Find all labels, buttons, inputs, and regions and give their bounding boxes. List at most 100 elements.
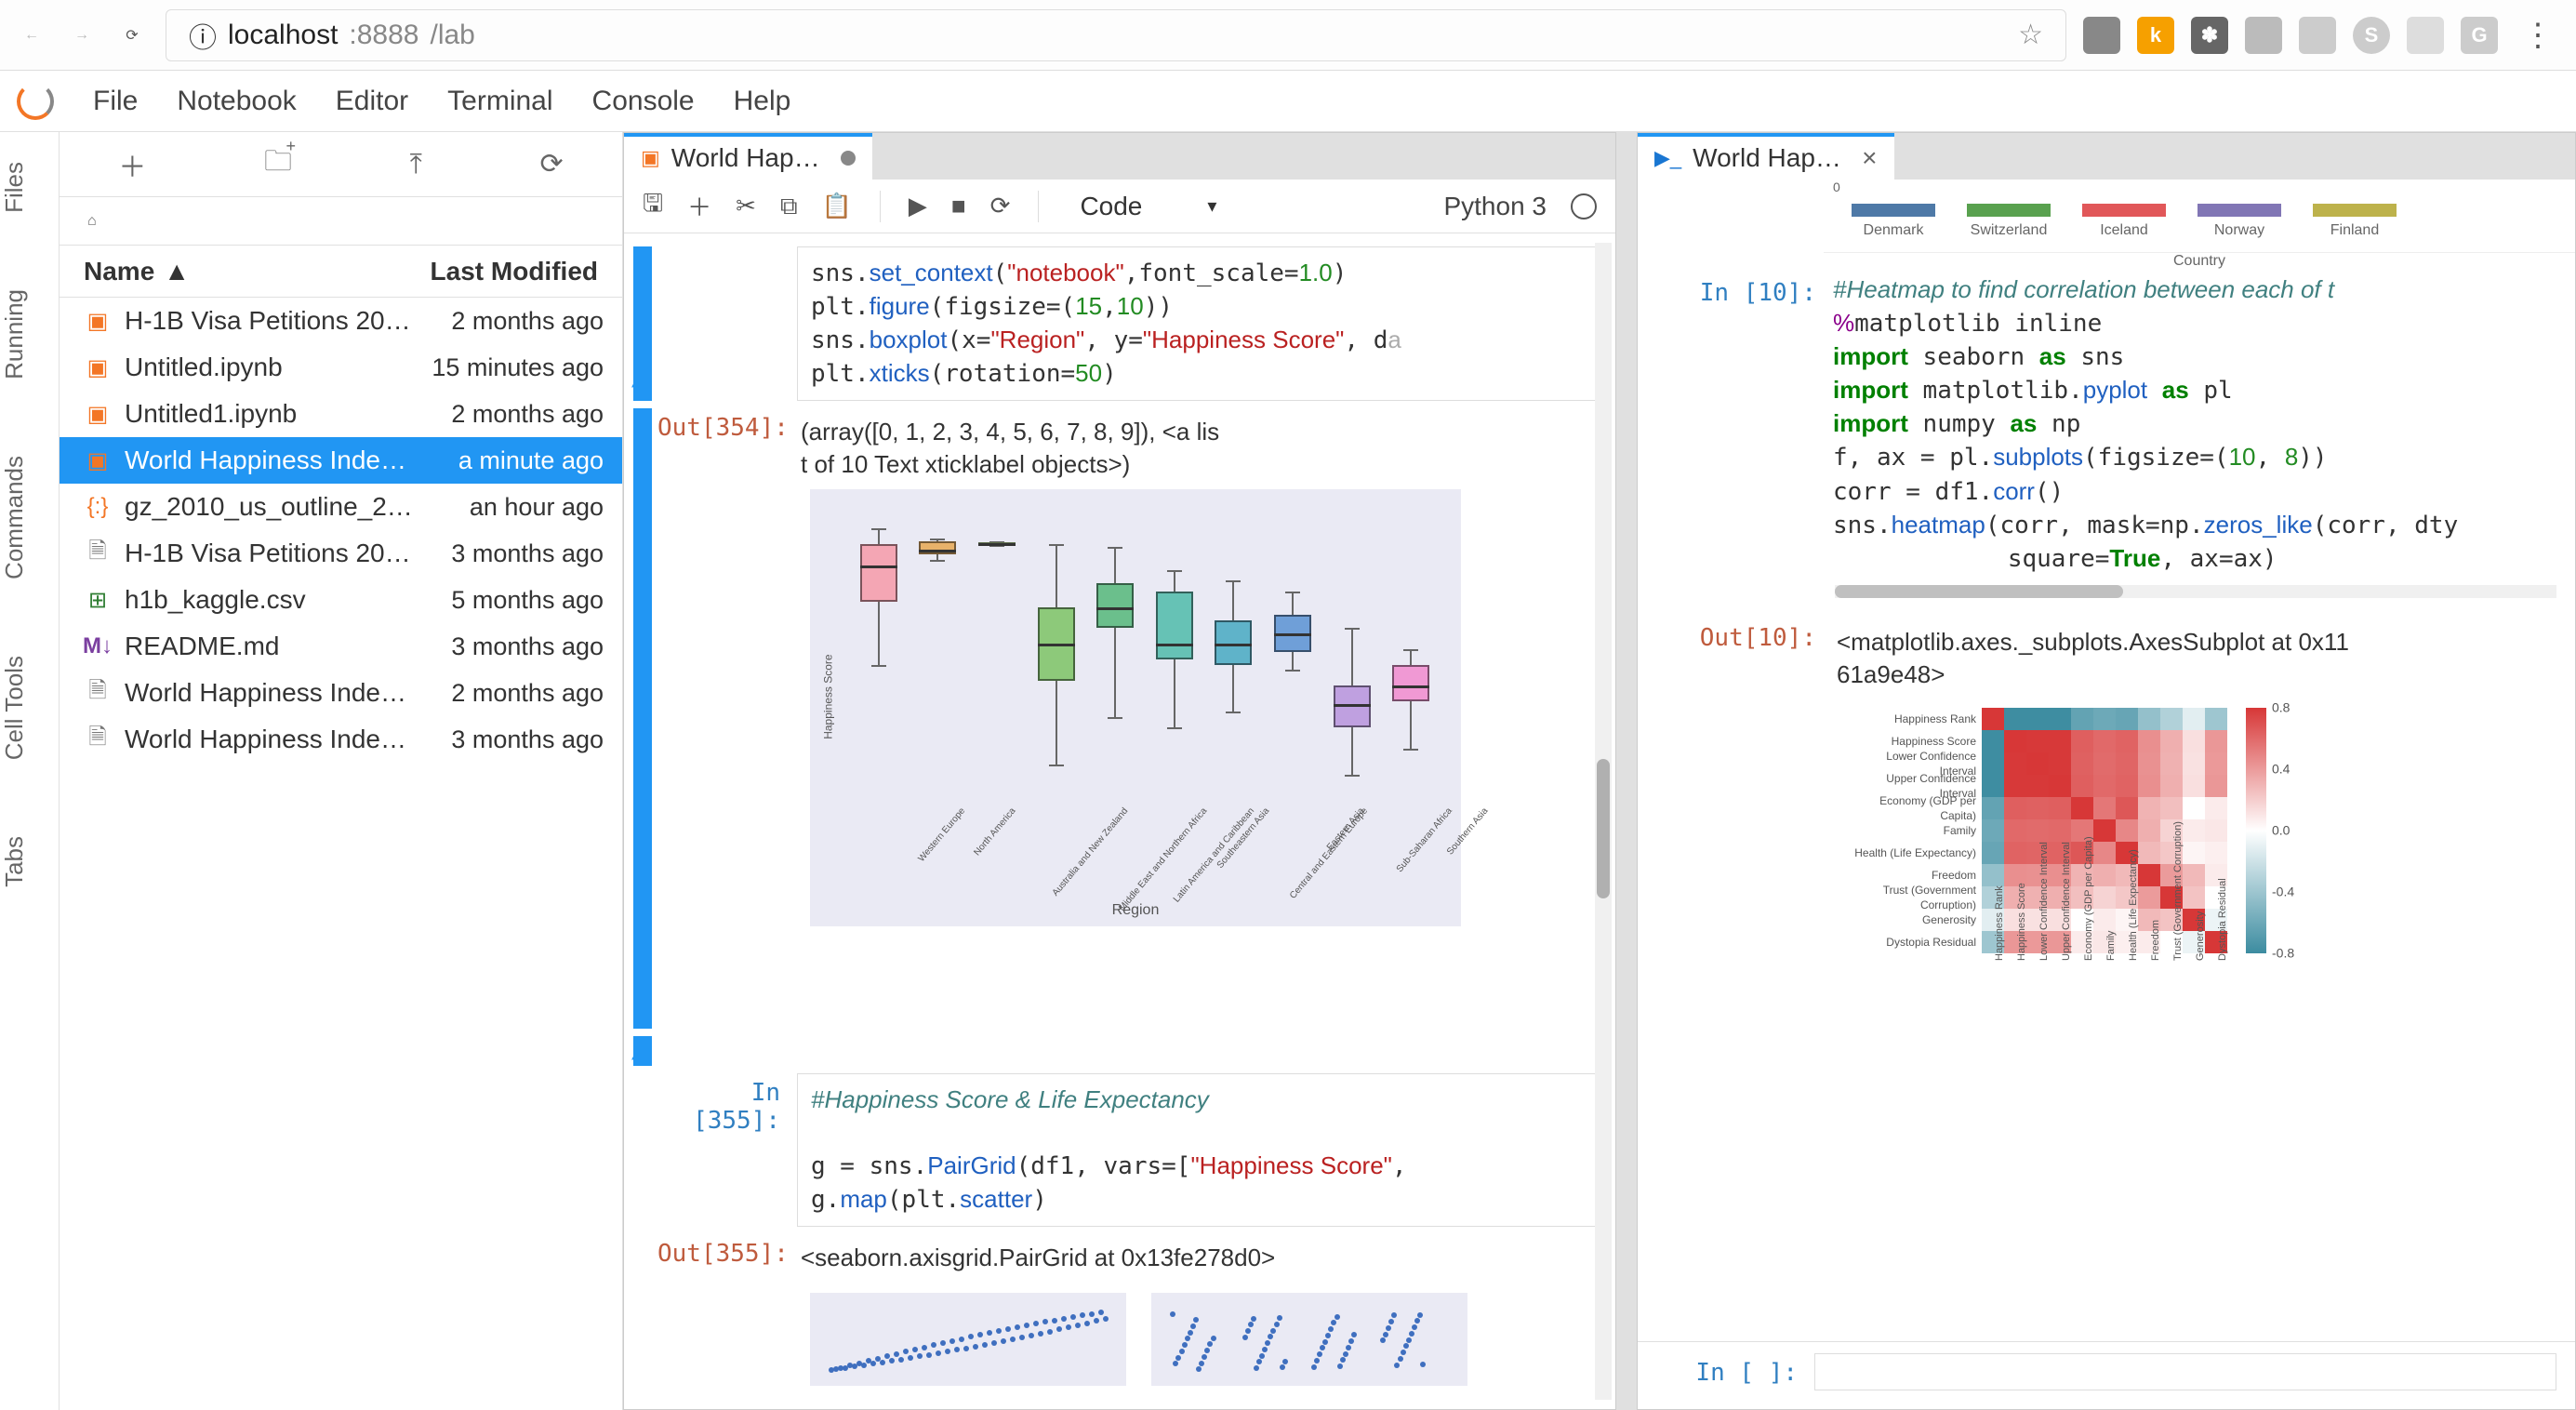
- heatmap-xlabel: Happiness Rank: [1993, 885, 2007, 961]
- scrollbar-horizontal[interactable]: [1835, 585, 2556, 598]
- scatter-point: [1280, 1364, 1285, 1370]
- scatter-point: [1412, 1324, 1417, 1330]
- home-icon[interactable]: ⌂: [87, 213, 97, 230]
- header-name[interactable]: Name: [84, 257, 154, 286]
- filebrowser-toolbar: ＋ 🗀+ ⤒ ⟳: [60, 132, 622, 197]
- run-button[interactable]: ▶: [909, 192, 927, 220]
- cell-type-select[interactable]: Code ▾: [1067, 188, 1261, 225]
- side-tab-cell-tools[interactable]: Cell Tools: [0, 643, 59, 773]
- ext-icon-3[interactable]: ✽: [2191, 17, 2228, 54]
- code-cell-355-input[interactable]: In [355]: #Happiness Score & Life Expect…: [624, 1070, 1615, 1230]
- scatter-point: [1193, 1317, 1199, 1323]
- heatmap-cell: [2049, 775, 2071, 797]
- file-item[interactable]: ▣ World Happiness Inde… a minute ago: [60, 437, 622, 484]
- paste-button[interactable]: 📋: [822, 192, 852, 220]
- file-item[interactable]: 🗎 H-1B Visa Petitions 20… 3 months ago: [60, 530, 622, 577]
- address-bar[interactable]: ⓘ localhost:8888/lab ☆: [166, 9, 2066, 61]
- reload-button[interactable]: ⟳: [115, 19, 149, 52]
- browser-menu-button[interactable]: ⋮: [2515, 17, 2561, 54]
- heatmap-cell: [2116, 797, 2138, 819]
- code-editor-354[interactable]: sns.set_context("notebook",font_scale=1.…: [797, 246, 1597, 401]
- copy-button[interactable]: ⧉: [780, 192, 798, 221]
- scatter-point: [1317, 1351, 1322, 1357]
- file-modified: 3 months ago: [451, 725, 604, 754]
- stop-button[interactable]: ■: [951, 192, 966, 220]
- cut-button[interactable]: ✂: [736, 192, 756, 220]
- heatmap-ylabel: Happiness Rank: [1852, 712, 1976, 726]
- chevron-down-icon: ▾: [1207, 194, 1216, 218]
- scatter-point: [1409, 1331, 1414, 1337]
- side-tab-tabs[interactable]: Tabs: [0, 823, 59, 900]
- file-item[interactable]: ▣ Untitled1.ipynb 2 months ago: [60, 391, 622, 437]
- new-folder-button[interactable]: 🗀+: [264, 140, 292, 188]
- scatter-point: [1343, 1351, 1348, 1357]
- boxplot-box: [1392, 489, 1429, 926]
- scatter-point: [1175, 1355, 1181, 1361]
- back-button[interactable]: ←: [15, 19, 48, 52]
- ext-icon-8[interactable]: G: [2461, 17, 2498, 54]
- ext-icon-2[interactable]: k: [2137, 17, 2174, 54]
- scatter-point: [1005, 1326, 1011, 1332]
- scrollbar-h-thumb[interactable]: [1835, 585, 2123, 598]
- console-body[interactable]: 0 Denmark Switzerland Iceland Norway Fin…: [1638, 180, 2575, 1341]
- sort-arrow-icon[interactable]: ▲: [164, 257, 190, 286]
- breadcrumb[interactable]: ⌂: [60, 197, 622, 246]
- menu-editor[interactable]: Editor: [336, 86, 408, 117]
- code-editor-355[interactable]: #Happiness Score & Life Expectancy g = s…: [797, 1073, 1597, 1227]
- file-list: ▣ H-1B Visa Petitions 20… 2 months ago▣ …: [60, 298, 622, 1410]
- boxplot-ylabel: Happiness Score: [821, 654, 836, 738]
- kernel-status-icon[interactable]: [1571, 193, 1597, 219]
- menu-console[interactable]: Console: [592, 86, 695, 117]
- insert-cell-button[interactable]: ＋: [687, 189, 711, 223]
- heatmap-cell: [2138, 886, 2160, 909]
- notebook-body[interactable]: ^ sns.set_context("notebook",font_scale=…: [624, 233, 1615, 1409]
- in-prompt-354: [657, 246, 797, 401]
- file-item[interactable]: ▣ Untitled.ipynb 15 minutes ago: [60, 344, 622, 391]
- restart-button[interactable]: ⟳: [990, 192, 1011, 220]
- file-item[interactable]: 🗎 World Happiness Inde… 3 months ago: [60, 716, 622, 763]
- side-tab-running[interactable]: Running: [0, 276, 59, 392]
- ext-icon-7[interactable]: [2407, 17, 2444, 54]
- side-tab-files[interactable]: Files: [0, 149, 59, 226]
- close-icon[interactable]: ×: [1862, 143, 1877, 173]
- ext-icon-4[interactable]: [2245, 17, 2282, 54]
- menu-help[interactable]: Help: [734, 86, 791, 117]
- notebook-tab[interactable]: ▣ World Happine…: [624, 133, 872, 180]
- scrollbar-thumb[interactable]: [1597, 759, 1610, 898]
- ext-icon-1[interactable]: [2083, 17, 2120, 54]
- ext-icon-6[interactable]: S: [2353, 17, 2390, 54]
- menu-notebook[interactable]: Notebook: [177, 86, 296, 117]
- console-tab[interactable]: ▶_ World Happine: ×: [1638, 133, 1894, 180]
- scatter-point: [1251, 1316, 1256, 1322]
- menu-terminal[interactable]: Terminal: [447, 86, 552, 117]
- save-button[interactable]: 🖫: [643, 186, 663, 227]
- file-item[interactable]: ▣ H-1B Visa Petitions 20… 2 months ago: [60, 298, 622, 344]
- menubar-items: File Notebook Editor Terminal Console Help: [93, 86, 790, 117]
- forward-button[interactable]: →: [65, 19, 99, 52]
- upload-button[interactable]: ⤒: [410, 149, 422, 180]
- heatmap-cell: [2138, 797, 2160, 819]
- code-cell-354-input[interactable]: ^ sns.set_context("notebook",font_scale=…: [624, 243, 1615, 405]
- scrollbar-vertical[interactable]: [1595, 243, 1612, 1400]
- new-launcher-button[interactable]: ＋: [118, 144, 146, 185]
- scatter-point: [1242, 1335, 1248, 1340]
- jupyter-logo-icon[interactable]: [17, 83, 54, 120]
- console-input[interactable]: [1814, 1353, 2556, 1390]
- side-tab-commands[interactable]: Commands: [0, 443, 59, 592]
- ext-icon-5[interactable]: [2299, 17, 2336, 54]
- legend-item: Switzerland: [1967, 204, 2051, 239]
- file-item[interactable]: {:} gz_2010_us_outline_2… an hour ago: [60, 484, 622, 530]
- refresh-button[interactable]: ⟳: [540, 148, 564, 180]
- file-item[interactable]: 🗎 World Happiness Inde… 2 months ago: [60, 670, 622, 716]
- kernel-name[interactable]: Python 3: [1443, 192, 1547, 221]
- file-item[interactable]: M↓ README.md 3 months ago: [60, 623, 622, 670]
- header-modified[interactable]: Last Modified: [431, 257, 598, 286]
- boxplot-box: [1156, 489, 1193, 926]
- site-info-icon[interactable]: ⓘ: [189, 15, 217, 56]
- file-item[interactable]: ⊞ h1b_kaggle.csv 5 months ago: [60, 577, 622, 623]
- bookmark-star-icon[interactable]: ☆: [2018, 19, 2043, 51]
- scatter-point: [1015, 1324, 1020, 1330]
- scatter-point: [954, 1347, 960, 1352]
- menu-file[interactable]: File: [93, 86, 138, 117]
- scatter-point: [1340, 1357, 1346, 1363]
